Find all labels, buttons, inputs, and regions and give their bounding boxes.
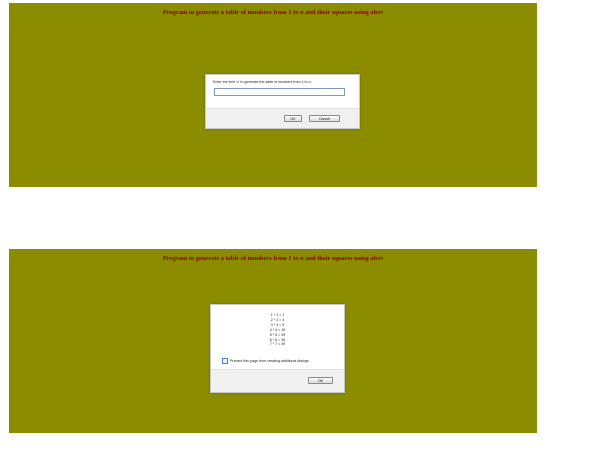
page-panel-prompt: Program to generate a table of numbers f… xyxy=(9,3,537,187)
alert-dialog: 1 * 1 = 1 2 * 2 = 4 3 * 3 = 9 4 * 4 = 16… xyxy=(210,304,345,393)
prevent-dialogs-row[interactable]: Prevent this page from creating addition… xyxy=(222,352,309,364)
page-heading: Program to generate a table of numbers f… xyxy=(162,9,384,16)
page-heading: Program to generate a table of numbers f… xyxy=(162,255,384,262)
limit-input[interactable] xyxy=(214,88,345,96)
alert-line: 7 * 7 = 49 xyxy=(269,342,286,347)
alert-message: 1 * 1 = 1 2 * 2 = 4 3 * 3 = 9 4 * 4 = 16… xyxy=(211,313,344,347)
prevent-dialogs-label: Prevent this page from creating addition… xyxy=(230,358,309,363)
prompt-message: Enter the limit 'n' to generate the tabl… xyxy=(213,80,312,84)
ok-button[interactable]: OK xyxy=(284,115,302,122)
page-panel-alert: Program to generate a table of numbers f… xyxy=(9,249,537,433)
prompt-dialog: Enter the limit 'n' to generate the tabl… xyxy=(205,74,360,129)
alert-dialog-footer: OK xyxy=(211,369,344,392)
prompt-dialog-footer: OK Cancel xyxy=(206,108,359,128)
cancel-button[interactable]: Cancel xyxy=(309,115,340,122)
ok-button[interactable]: OK xyxy=(308,377,333,384)
prevent-dialogs-checkbox[interactable] xyxy=(222,357,228,364)
